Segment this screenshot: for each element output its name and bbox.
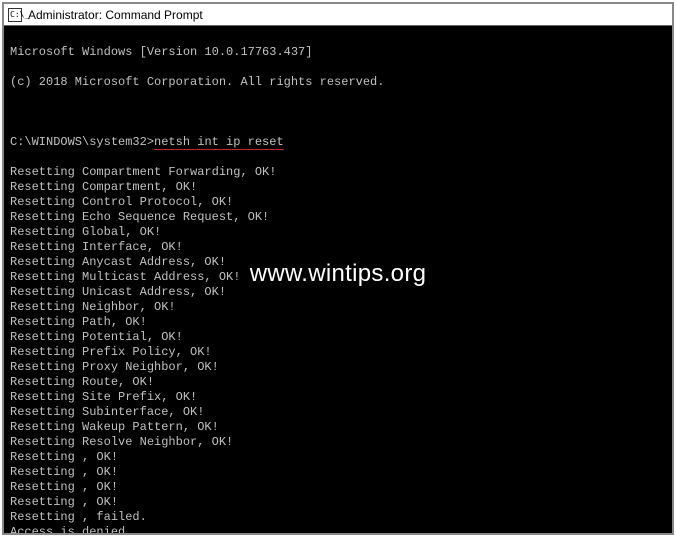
output-line: Resetting Multicast Address, OK! bbox=[10, 270, 666, 285]
output-line: Resetting Echo Sequence Request, OK! bbox=[10, 210, 666, 225]
output-line: Resetting , OK! bbox=[10, 465, 666, 480]
typed-command: netsh int ip reset bbox=[154, 135, 284, 149]
blank-line bbox=[10, 105, 666, 120]
output-line: Resetting Resolve Neighbor, OK! bbox=[10, 435, 666, 450]
prompt-path: C:\WINDOWS\system32> bbox=[10, 135, 154, 149]
output-line: Resetting , OK! bbox=[10, 480, 666, 495]
output-line: Resetting Global, OK! bbox=[10, 225, 666, 240]
output-line: Resetting Route, OK! bbox=[10, 375, 666, 390]
output-line: Resetting , OK! bbox=[10, 450, 666, 465]
output-line: Resetting , failed. bbox=[10, 510, 666, 525]
header-line: Microsoft Windows [Version 10.0.17763.43… bbox=[10, 45, 666, 60]
output-line: Resetting Control Protocol, OK! bbox=[10, 195, 666, 210]
prompt-line: C:\WINDOWS\system32>netsh int ip reset bbox=[10, 135, 666, 150]
output-line: Resetting Compartment Forwarding, OK! bbox=[10, 165, 666, 180]
titlebar[interactable]: Administrator: Command Prompt bbox=[4, 4, 672, 26]
output-line: Resetting Subinterface, OK! bbox=[10, 405, 666, 420]
output-block: Resetting Compartment Forwarding, OK!Res… bbox=[10, 165, 666, 533]
terminal-output[interactable]: Microsoft Windows [Version 10.0.17763.43… bbox=[4, 26, 672, 533]
output-line: Resetting Neighbor, OK! bbox=[10, 300, 666, 315]
output-line: Resetting Interface, OK! bbox=[10, 240, 666, 255]
output-line: Access is denied. bbox=[10, 525, 666, 533]
cmd-icon bbox=[8, 8, 22, 22]
window-title: Administrator: Command Prompt bbox=[28, 9, 203, 21]
output-line: Resetting Wakeup Pattern, OK! bbox=[10, 420, 666, 435]
output-line: Resetting Proxy Neighbor, OK! bbox=[10, 360, 666, 375]
header-line: (c) 2018 Microsoft Corporation. All righ… bbox=[10, 75, 666, 90]
output-line: Resetting Potential, OK! bbox=[10, 330, 666, 345]
red-underline-icon bbox=[154, 149, 284, 150]
output-line: Resetting , OK! bbox=[10, 495, 666, 510]
output-line: Resetting Path, OK! bbox=[10, 315, 666, 330]
output-line: Resetting Prefix Policy, OK! bbox=[10, 345, 666, 360]
command-prompt-window: Administrator: Command Prompt Microsoft … bbox=[2, 2, 674, 535]
output-line: Resetting Compartment, OK! bbox=[10, 180, 666, 195]
output-line: Resetting Site Prefix, OK! bbox=[10, 390, 666, 405]
output-line: Resetting Unicast Address, OK! bbox=[10, 285, 666, 300]
output-line: Resetting Anycast Address, OK! bbox=[10, 255, 666, 270]
